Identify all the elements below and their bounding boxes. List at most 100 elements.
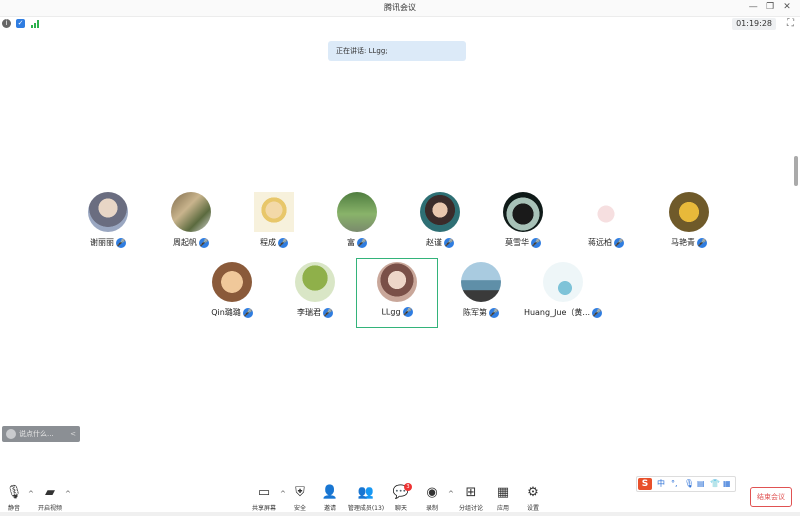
avatar <box>212 262 252 302</box>
scrollbar[interactable] <box>794 156 798 186</box>
participant-tile[interactable]: Qin璐璐 🎤 <box>190 262 274 328</box>
ime-chinese-toggle[interactable]: 中 <box>657 478 665 490</box>
ime-voice-icon[interactable]: 🎙 <box>684 478 694 490</box>
mic-icon: 🎤 <box>199 237 209 248</box>
collapse-icon[interactable]: < <box>70 426 76 442</box>
participant-name: 周起帆 <box>173 238 197 247</box>
fullscreen-icon[interactable]: ⛶ <box>787 18 794 30</box>
mic-icon: 🎤 <box>531 237 541 248</box>
window-title: 腾讯会议 <box>384 3 416 12</box>
invite-label: 邀请 <box>323 505 336 512</box>
avatar <box>254 192 294 232</box>
record-label: 录制 <box>425 505 438 512</box>
share-screen-button[interactable]: ▭ 共享屏幕 <box>244 486 284 513</box>
video-icon: ▰ <box>45 485 55 500</box>
avatar <box>586 192 626 232</box>
mute-label: 静音 <box>7 505 20 512</box>
mic-icon: 🎤 <box>242 307 253 318</box>
participant-tile[interactable]: 赵谨 🎤 <box>398 192 482 258</box>
participant-name: 谢丽丽 <box>90 238 114 247</box>
avatar <box>503 192 543 232</box>
minimize-button[interactable]: — <box>746 2 760 12</box>
avatar <box>88 192 128 232</box>
close-button[interactable]: ✕ <box>780 2 794 12</box>
mic-icon: 🎤 <box>402 307 413 317</box>
ime-keyboard-icon[interactable]: ▤ <box>697 478 705 490</box>
participant-tile[interactable]: 莫雪华 🎤 <box>481 192 565 258</box>
settings-label: 设置 <box>526 505 539 512</box>
invite-button[interactable]: 👤 邀请 <box>310 485 350 513</box>
avatar <box>420 192 460 232</box>
chat-placeholder: 说点什么... <box>19 430 54 438</box>
manage-members-button[interactable]: 👥 管理成员(13) <box>346 485 386 513</box>
shield-icon[interactable]: ✓ <box>16 19 25 28</box>
signal-icon[interactable] <box>31 19 40 28</box>
avatar <box>295 262 335 302</box>
chat-badge: 3 <box>404 483 412 491</box>
emoji-icon[interactable] <box>6 429 16 439</box>
sogou-logo-icon[interactable]: S <box>638 478 652 490</box>
participant-tile[interactable]: 富 🎤 <box>315 192 399 258</box>
mic-icon: 🎤 <box>697 237 707 248</box>
participant-tile[interactable]: 陈军第 🎤 <box>439 262 523 328</box>
participant-tile-active-speaker[interactable]: LLgg 🎤 <box>356 258 438 328</box>
participant-name: 马艳青 <box>671 238 695 247</box>
start-video-button[interactable]: ▰ 开启视频 <box>30 485 70 513</box>
end-meeting-button[interactable]: 结束会议 <box>750 487 792 507</box>
participant-name: 莫雪华 <box>505 238 529 247</box>
participant-tile[interactable]: 谢丽丽 🎤 <box>66 192 150 258</box>
participant-name: Huang_Jue（黄... <box>523 308 591 317</box>
participant-tile[interactable]: 周起帆 🎤 <box>149 192 233 258</box>
ime-punctuation-toggle[interactable]: °, <box>671 478 678 490</box>
avatar <box>377 262 417 302</box>
ime-tools-icon[interactable]: ▦ <box>723 478 731 490</box>
ime-skin-icon[interactable]: 👕 <box>710 478 720 490</box>
participant-tile[interactable]: 程成 🎤 <box>232 192 316 258</box>
participant-name: 蒋远柏 <box>588 238 612 247</box>
participant-tile[interactable]: 马艳青 🎤 <box>647 192 731 258</box>
record-icon: ◉ <box>426 485 438 500</box>
window-controls: — ❐ ✕ <box>746 2 794 12</box>
avatar <box>543 262 583 302</box>
participant-tile[interactable]: 李瑞君 🎤 <box>273 262 357 328</box>
bottom-edge <box>0 512 800 516</box>
gear-icon: ⚙ <box>527 485 539 500</box>
mic-icon: 🎤 <box>278 237 288 248</box>
record-button[interactable]: ◉ 录制 <box>412 485 452 513</box>
participant-name: 富 <box>347 238 355 247</box>
info-icon[interactable]: i <box>2 19 11 28</box>
participant-name: Qin璐璐 <box>211 308 241 317</box>
title-bar: 腾讯会议 — ❐ ✕ <box>0 0 800 17</box>
participant-name: 陈军第 <box>463 308 487 317</box>
avatar <box>669 192 709 232</box>
chat-input[interactable]: 说点什么... < <box>2 426 80 442</box>
manage-members-label: 管理成员(13) <box>347 505 385 512</box>
mic-icon: 🎤 <box>323 307 333 318</box>
participant-tile[interactable]: 蒋远柏 🎤 <box>564 192 648 258</box>
ime-toolbar[interactable]: S 中 °, 🎙 ▤ 👕 ▦ <box>636 476 736 492</box>
avatar <box>461 262 501 302</box>
settings-button[interactable]: ⚙ 设置 <box>513 485 553 513</box>
mic-icon: 🎤 <box>592 307 603 318</box>
invite-user-icon: 👤 <box>321 485 339 500</box>
share-screen-label: 共享屏幕 <box>251 505 276 512</box>
members-icon: 👥 <box>357 485 375 500</box>
avatar <box>171 192 211 232</box>
participant-name: 李瑞君 <box>297 308 321 317</box>
participant-name: 程成 <box>260 238 276 247</box>
start-video-label: 开启视频 <box>37 505 62 512</box>
mic-icon: 🎤 <box>614 237 624 248</box>
participant-name: 赵谨 <box>426 238 442 247</box>
speaking-banner: 正在讲话: LLgg; <box>328 41 466 61</box>
meeting-timer: 01:19:28 <box>732 18 776 30</box>
participant-tile[interactable]: Huang_Jue（黄... 🎤 <box>521 262 605 328</box>
status-bar: i ✓ 01:19:28 ⛶ <box>0 17 800 31</box>
mic-icon: 🎤 <box>116 237 126 248</box>
participant-name: LLgg <box>381 307 401 317</box>
video-options-caret[interactable]: ^ <box>65 490 71 498</box>
avatar <box>337 192 377 232</box>
mic-icon: 🎤 <box>357 237 367 248</box>
mic-icon: 🎤 <box>489 307 499 318</box>
mic-icon: 🎤 <box>444 237 454 248</box>
restore-button[interactable]: ❐ <box>763 2 777 12</box>
